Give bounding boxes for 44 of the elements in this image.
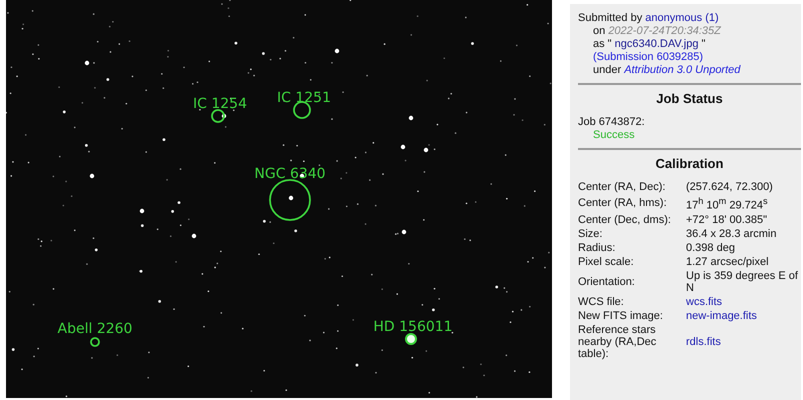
annotation-circle [405, 333, 417, 345]
annotation-circle [90, 337, 100, 347]
annotation-circle [211, 109, 225, 123]
annotation-label: NGC 6340 [254, 166, 326, 182]
property-label: Reference stars nearby (RA,Dec table): [578, 324, 658, 360]
property-label: WCS file: [578, 296, 625, 308]
file-link[interactable]: wcs.fits [686, 296, 801, 308]
as-text: as " [593, 38, 613, 50]
property-value: +72° 18' 00.385" [686, 214, 768, 226]
property-value: 17$^{h}$ 10$^{m}$ 29.724$^{s}$ [686, 195, 769, 212]
file-link[interactable]: ngc6340.DAV.jpg [614, 38, 698, 50]
job-id-text: Job 6743872: [578, 116, 645, 128]
annotation-circle [269, 179, 311, 221]
property-value: 0.398 deg [686, 242, 736, 254]
submission-link[interactable]: (Submission 6039285) [593, 51, 704, 63]
property-label: Orientation: [578, 276, 636, 288]
property-label: Center (RA, hms): [578, 197, 668, 210]
property-label: Radius: [578, 242, 616, 254]
file-link[interactable]: new-image.fits [686, 310, 801, 322]
user-link[interactable]: anonymous (1) [645, 12, 719, 24]
annotation-label: IC 1254 [193, 96, 247, 112]
on-text: on [593, 25, 606, 37]
property-value: 1.27 arcsec/pixel [686, 256, 770, 268]
property-label: Center (RA, Dec): [578, 181, 666, 193]
annotation-label: Abell 2260 [58, 321, 132, 337]
section-heading: Calibration [578, 148, 801, 181]
property-label: New FITS image: [578, 310, 664, 322]
job-status-text: Success [593, 129, 635, 141]
quote-text: " [700, 38, 706, 50]
property-label: Pixel scale: [578, 256, 635, 268]
section-heading: Job Status [578, 83, 801, 116]
property-value: Up is 359 degrees E of N [686, 270, 799, 294]
submitted-by-text: Submitted by [578, 12, 644, 24]
under-text: under [593, 64, 622, 76]
property-label: Center (Dec, dms): [578, 214, 672, 226]
annotation-label: HD 156011 [373, 319, 453, 335]
annotation-label: IC 1251 [277, 90, 331, 106]
annotation-circle [293, 101, 311, 119]
property-value: (257.624, 72.300) [686, 181, 774, 193]
property-value: 36.4 x 28.3 arcmin [686, 228, 778, 240]
property-label: Size: [578, 228, 604, 240]
license-link[interactable]: Attribution 3.0 Unported [624, 64, 740, 76]
submission-date: 2022-07-24T20:34:35Z [608, 25, 721, 37]
file-link[interactable]: rdls.fits [686, 336, 801, 348]
